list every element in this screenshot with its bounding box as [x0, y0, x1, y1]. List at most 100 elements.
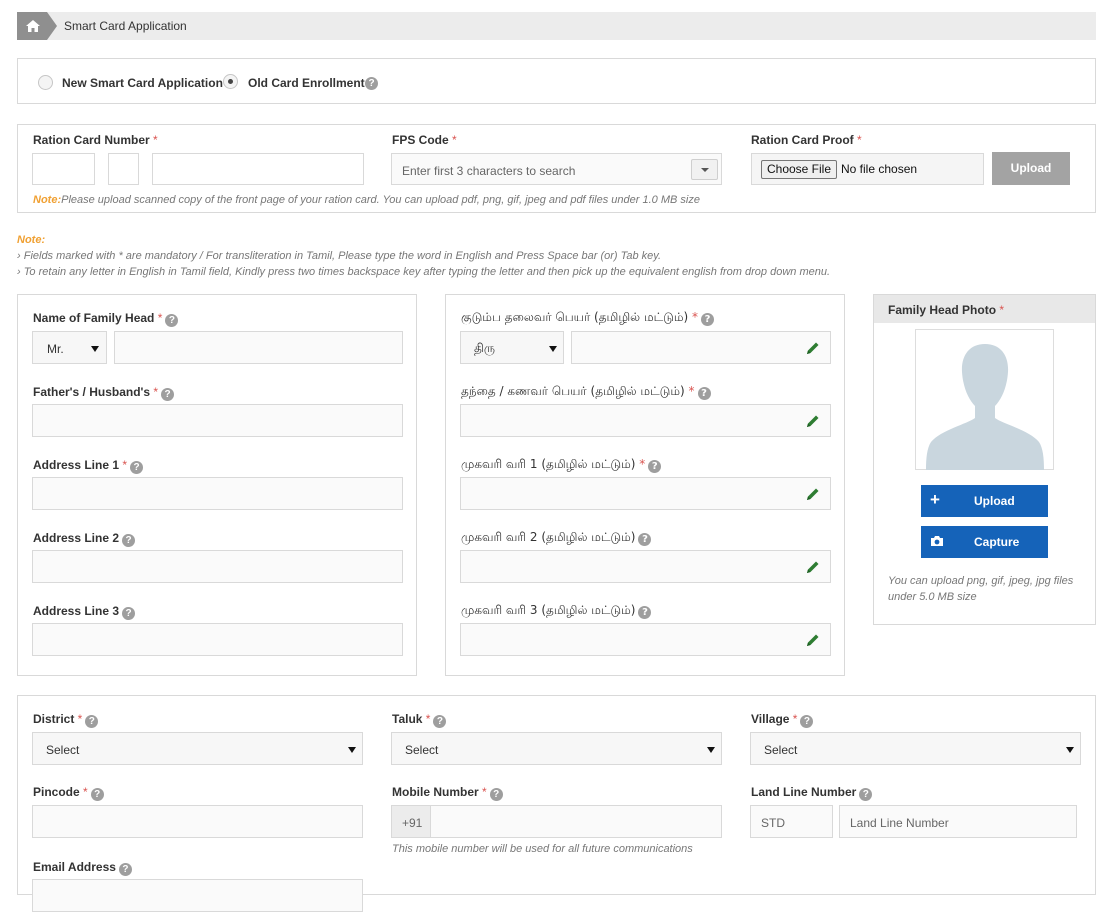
pencil-icon[interactable] — [805, 340, 821, 356]
family-head-name-input[interactable] — [114, 331, 403, 364]
tamil-address-line-3-input[interactable] — [460, 623, 831, 656]
std-placeholder: STD — [761, 816, 785, 830]
address-line-1-input[interactable] — [32, 477, 403, 510]
taluk-select[interactable]: Select — [391, 732, 722, 765]
help-icon[interactable]: ? — [122, 534, 136, 547]
district-label: District *? — [33, 712, 99, 728]
village-select-value: Select — [764, 743, 798, 757]
mobile-number-input[interactable] — [430, 805, 722, 838]
help-icon[interactable]: ? — [130, 461, 144, 474]
ration-card-note: Note:Please upload scanned copy of the f… — [33, 194, 700, 206]
help-icon[interactable]: ? — [701, 313, 715, 326]
tamil-family-head-input[interactable] — [571, 331, 831, 364]
camera-icon — [931, 536, 943, 546]
ration-card-number-part2[interactable] — [108, 153, 139, 185]
tamil-details-panel: குடும்ப தலைவர் பெயர் (தமிழில் மட்டும்) *… — [445, 294, 845, 676]
pincode-input[interactable] — [32, 805, 363, 838]
fps-code-label: FPS Code * — [392, 133, 457, 147]
help-icon[interactable]: ? — [90, 788, 104, 801]
help-icon[interactable]: ? — [118, 863, 132, 876]
landline-placeholder: Land Line Number — [850, 816, 949, 830]
mobile-prefix: +91 — [391, 805, 431, 838]
home-icon — [26, 20, 40, 32]
photo-capture-button[interactable]: Capture — [921, 526, 1048, 558]
help-icon[interactable]: ? — [165, 314, 179, 327]
ration-card-number-label: Ration Card Number * — [33, 133, 158, 147]
district-select-value: Select — [46, 743, 80, 757]
help-icon[interactable]: ? — [638, 606, 652, 619]
caret-down-icon — [1066, 747, 1074, 753]
new-application-radio[interactable] — [38, 75, 53, 90]
address-line-2-label: Address Line 2? — [33, 531, 136, 547]
mobile-note: This mobile number will be used for all … — [392, 843, 693, 855]
pencil-icon[interactable] — [805, 632, 821, 648]
tamil-title-select-value: திரு — [474, 341, 495, 355]
mobile-number-label: Mobile Number *? — [392, 785, 503, 801]
landline-number-input[interactable]: Land Line Number — [839, 805, 1077, 838]
address-line-3-input[interactable] — [32, 623, 403, 656]
help-icon[interactable]: ? — [85, 715, 99, 728]
tamil-family-head-label: குடும்ப தலைவர் பெயர் (தமிழில் மட்டும்) *… — [461, 310, 715, 326]
tamil-father-input[interactable] — [460, 404, 831, 437]
notes-label: Note: — [17, 234, 46, 246]
help-icon[interactable]: ? — [638, 533, 652, 546]
pencil-icon[interactable] — [805, 559, 821, 575]
no-file-text: No file chosen — [841, 162, 918, 176]
fps-code-search[interactable]: Enter first 3 characters to search — [391, 153, 722, 185]
pincode-label: Pincode *? — [33, 785, 104, 801]
breadcrumb-separator — [47, 12, 57, 40]
fps-dropdown-toggle[interactable] — [691, 159, 718, 180]
photo-upload-button[interactable]: + Upload — [921, 485, 1048, 517]
address-line-2-input[interactable] — [32, 550, 403, 583]
family-photo-title: Family Head Photo * — [888, 303, 1005, 317]
ration-card-panel: Ration Card Number * FPS Code * Enter fi… — [17, 124, 1096, 213]
old-enrollment-radio[interactable] — [223, 74, 238, 89]
caret-down-icon — [701, 168, 709, 172]
help-icon[interactable]: ? — [161, 388, 175, 401]
home-button[interactable] — [17, 12, 47, 40]
mobile-prefix-text: +91 — [402, 816, 423, 830]
tamil-address-line-2-input[interactable] — [460, 550, 831, 583]
help-icon[interactable]: ? — [800, 715, 814, 728]
taluk-label: Taluk *? — [392, 712, 447, 728]
std-code-input[interactable]: STD — [750, 805, 833, 838]
tamil-father-label: தந்தை / கணவர் பெயர் (தமிழில் மட்டும்) *? — [461, 384, 711, 400]
district-select[interactable]: Select — [32, 732, 363, 765]
title-select[interactable]: Mr. — [32, 331, 107, 364]
tamil-address-line-1-input[interactable] — [460, 477, 831, 510]
email-input[interactable] — [32, 879, 363, 912]
pencil-icon[interactable] — [805, 486, 821, 502]
email-label: Email Address? — [33, 860, 132, 876]
ration-card-number-part1[interactable] — [32, 153, 95, 185]
village-select[interactable]: Select — [750, 732, 1081, 765]
caret-down-icon — [91, 346, 99, 352]
ration-card-proof-file[interactable]: Choose File No file chosen — [751, 153, 984, 185]
address-line-1-label: Address Line 1 *? — [33, 458, 144, 474]
pencil-icon[interactable] — [805, 413, 821, 429]
help-icon[interactable]: ? — [122, 607, 136, 620]
help-icon[interactable]: ? — [648, 460, 662, 473]
caret-down-icon — [707, 747, 715, 753]
fps-code-placeholder: Enter first 3 characters to search — [402, 164, 576, 178]
help-icon[interactable]: ? — [697, 387, 711, 400]
plus-icon: + — [930, 490, 940, 509]
tamil-title-select[interactable]: திரு — [460, 331, 564, 364]
breadcrumb-current: Smart Card Application — [64, 19, 187, 33]
title-select-value: Mr. — [47, 342, 64, 356]
english-details-panel: Name of Family Head *? Mr. Father's / Hu… — [17, 294, 417, 676]
old-enrollment-label[interactable]: Old Card Enrollment — [248, 76, 365, 90]
ration-card-number-part3[interactable] — [152, 153, 364, 185]
photo-capture-label: Capture — [974, 535, 1020, 549]
family-head-label: Name of Family Head *? — [33, 311, 179, 327]
choose-file-button[interactable]: Choose File — [761, 160, 837, 179]
photo-placeholder — [915, 329, 1054, 470]
help-icon[interactable]: ? — [489, 788, 503, 801]
help-icon[interactable]: ? — [433, 715, 447, 728]
new-application-label[interactable]: New Smart Card Application — [62, 76, 223, 90]
father-husband-input[interactable] — [32, 404, 403, 437]
help-icon[interactable]: ? — [365, 77, 378, 90]
help-icon[interactable]: ? — [859, 788, 873, 801]
caret-down-icon — [549, 346, 557, 352]
ration-proof-upload-button[interactable]: Upload — [992, 152, 1070, 185]
village-label: Village *? — [751, 712, 814, 728]
